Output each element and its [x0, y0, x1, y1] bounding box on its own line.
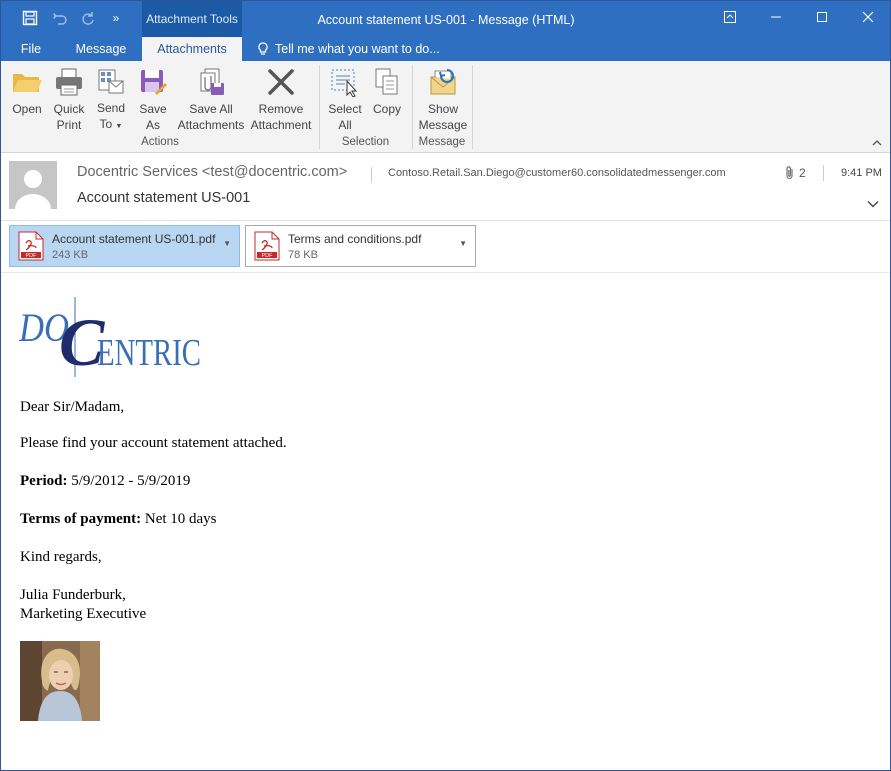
header-divider	[823, 165, 824, 181]
collapse-ribbon-icon[interactable]	[872, 137, 882, 149]
attachment-dropdown-icon[interactable]: ▼	[459, 239, 467, 248]
terms-line: Terms of payment: Net 10 days	[20, 511, 217, 528]
title-bar: » Attachment Tools Account statement US-…	[1, 1, 890, 37]
pdf-icon: PDF	[18, 231, 44, 261]
attachment-dropdown-icon[interactable]: ▼	[223, 239, 231, 248]
pdf-icon: PDF	[254, 231, 280, 261]
group-label-actions: Actions	[141, 136, 179, 148]
select-all-icon	[328, 65, 362, 99]
redo-icon[interactable]	[77, 7, 99, 29]
header-divider	[371, 167, 372, 183]
ribbon-display-options-icon[interactable]	[707, 1, 753, 33]
minimize-icon[interactable]	[753, 1, 799, 33]
group-label-message: Message	[418, 136, 466, 148]
message-body: DO C ENTRIC Dear Sir/Madam, Please find …	[1, 273, 890, 770]
select-all-button[interactable]: Select All	[325, 65, 365, 135]
customize-toolbar-icon[interactable]: »	[105, 7, 127, 29]
attachment-count: 2	[785, 165, 806, 181]
send-to-button[interactable]: Send To ▼	[91, 65, 131, 135]
period-value: 5/9/2012 - 5/9/2019	[67, 473, 191, 489]
expand-header-icon[interactable]	[867, 197, 879, 211]
folder-open-icon	[10, 65, 44, 99]
ribbon-group-divider	[472, 65, 473, 149]
paperclip-icon	[786, 166, 793, 180]
received-time: 9:41 PM	[841, 167, 882, 179]
message-subject: Account statement US-001	[77, 190, 251, 206]
open-button[interactable]: Open	[7, 65, 47, 135]
undo-icon[interactable]	[49, 7, 71, 29]
attachment-bar: PDF Account statement US-001.pdf 243 KB …	[1, 221, 890, 273]
attachment-name: Account statement US-001.pdf	[52, 232, 216, 246]
remove-x-icon	[264, 65, 298, 99]
tab-attachments[interactable]: Attachments	[142, 37, 242, 61]
terms-label: Terms of payment:	[20, 511, 142, 527]
avatar	[9, 161, 57, 209]
sender[interactable]: Docentric Services <test@docentric.com>	[77, 164, 347, 180]
copy-icon	[370, 65, 404, 99]
tab-message[interactable]: Message	[61, 37, 141, 61]
quick-print-button[interactable]: Quick Print	[49, 65, 89, 135]
greeting: Dear Sir/Madam,	[20, 399, 125, 415]
signature-photo	[20, 641, 100, 721]
save-all-attachments-icon	[194, 65, 228, 99]
logo-text-entric: ENTRIC	[97, 332, 201, 374]
tell-me-search[interactable]: Tell me what you want to do...	[257, 37, 440, 61]
attachment-item[interactable]: PDF Terms and conditions.pdf 78 KB ▼	[245, 225, 476, 267]
group-label-selection: Selection	[341, 136, 390, 148]
dropdown-arrow-icon: ▼	[115, 123, 123, 130]
save-all-attachments-button[interactable]: Save All Attachments	[175, 65, 247, 135]
docentric-logo: DO C ENTRIC	[18, 295, 203, 380]
attachment-size: 78 KB	[288, 249, 318, 261]
maximize-icon[interactable]	[799, 1, 845, 33]
copy-button[interactable]: Copy	[367, 65, 407, 135]
outlook-message-window: » Attachment Tools Account statement US-…	[0, 0, 891, 771]
ribbon-tabs: File Message Attachments Tell me what yo…	[1, 37, 890, 61]
terms-value: Net 10 days	[141, 511, 217, 527]
remove-attachment-button[interactable]: Remove Attachment	[247, 65, 315, 135]
show-message-icon	[426, 65, 460, 99]
show-message-button[interactable]: Show Message	[417, 65, 469, 135]
save-as-button[interactable]: Save As	[133, 65, 173, 135]
signature-name: Julia Funderburk,	[20, 587, 126, 603]
tab-file[interactable]: File	[1, 37, 61, 61]
save-icon[interactable]	[19, 7, 41, 29]
lightbulb-icon	[258, 42, 268, 55]
save-as-icon	[136, 65, 170, 99]
attachment-name: Terms and conditions.pdf	[288, 232, 422, 246]
message-header: Docentric Services <test@docentric.com> …	[1, 153, 890, 221]
send-to-icon	[94, 65, 128, 98]
attachment-item[interactable]: PDF Account statement US-001.pdf 243 KB …	[9, 225, 240, 267]
closing: Kind regards,	[20, 549, 102, 565]
recipient[interactable]: Contoso.Retail.San.Diego@customer60.cons…	[388, 167, 726, 179]
tell-me-text: Tell me what you want to do...	[275, 42, 440, 56]
attachment-tools-context-tab: Attachment Tools	[142, 1, 242, 37]
ribbon: Open Quick Print Send To ▼ Save As Save …	[1, 61, 890, 153]
period-label: Period:	[20, 473, 68, 489]
svg-text:PDF: PDF	[26, 253, 38, 259]
period-line: Period: 5/9/2012 - 5/9/2019	[20, 473, 190, 490]
signature-title: Marketing Executive	[20, 606, 147, 622]
attachment-size: 243 KB	[52, 249, 89, 261]
send-to-label: To	[99, 117, 113, 131]
svg-text:PDF: PDF	[262, 253, 274, 259]
printer-icon	[52, 65, 86, 99]
window-title: Account statement US-001 - Message (HTML…	[317, 13, 575, 27]
close-icon[interactable]	[845, 1, 890, 33]
intro-paragraph: Please find your account statement attac…	[20, 435, 287, 451]
